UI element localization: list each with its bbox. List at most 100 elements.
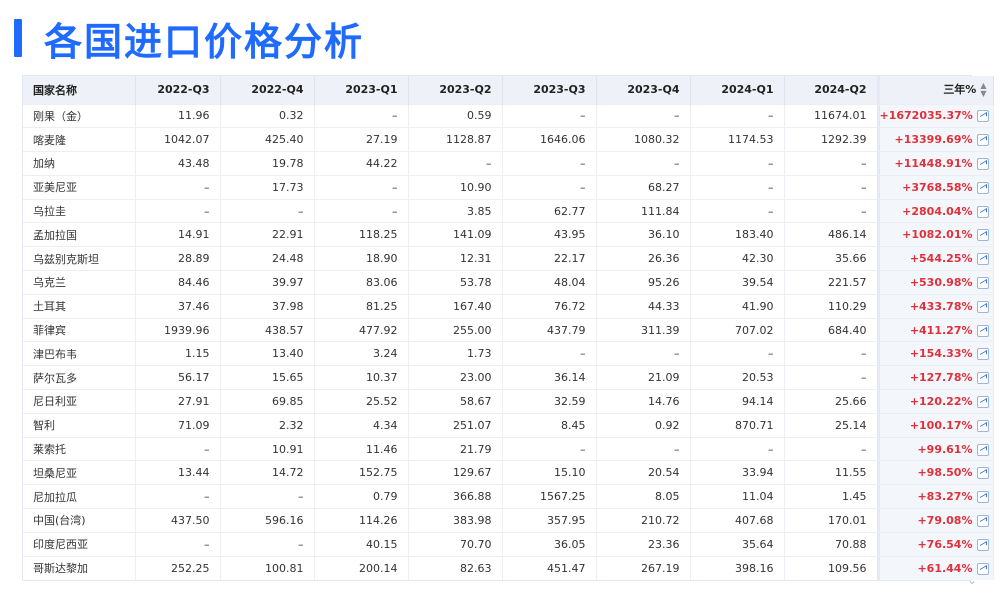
price-value-cell: 141.09 xyxy=(408,222,503,247)
country-name-cell: 莱索托 xyxy=(23,437,136,461)
three-year-pct-cell: +100.17% xyxy=(876,413,994,438)
table-row[interactable]: 乌拉圭 – – –3.85 62.77 111.84– – +2804.04% xyxy=(23,199,994,223)
price-value-cell: 56.17 xyxy=(135,365,221,390)
table-row[interactable]: 哥斯达黎加 252.25 100.81 200.14 82.63 451.47 267.19… xyxy=(23,556,994,580)
trend-chart-icon[interactable] xyxy=(976,205,989,218)
trend-chart-icon[interactable] xyxy=(976,276,989,289)
column-header-three-year-pct-label: 三年% xyxy=(943,83,977,97)
country-name-cell: 加纳 xyxy=(23,151,136,176)
price-value-cell: 39.54 xyxy=(690,270,785,295)
column-header-period[interactable]: 2022-Q3 xyxy=(135,76,221,104)
price-value-cell: 8.45 xyxy=(502,413,597,438)
table-row[interactable]: 莱索托 –10.91 11.46 21.79– – – – +99.61% xyxy=(23,437,994,461)
table-row[interactable]: 津巴布韦 1.15 13.40 3.24 1.73– – – – +154.33% xyxy=(23,341,994,366)
three-year-pct-cell: +76.54% xyxy=(876,532,994,557)
price-value-cell: – xyxy=(784,199,879,223)
table-row[interactable]: 坦桑尼亚 13.44 14.72 152.75 129.67 15.10 20.54 33.9… xyxy=(23,460,994,485)
table-row[interactable]: 尼加拉瓜 – –0.79 366.88 1567.25 8.05 11.04 1.45 +83.… xyxy=(23,484,994,509)
price-value-cell: 357.95 xyxy=(502,508,597,533)
price-value-cell: – xyxy=(596,104,691,128)
table-row[interactable]: 加纳 43.48 19.78 44.22– – – – – +11448.91% xyxy=(23,151,994,176)
price-value-cell: 41.90 xyxy=(690,294,785,319)
trend-chart-icon[interactable] xyxy=(976,110,989,123)
price-value-cell: 0.32 xyxy=(220,104,315,128)
trend-chart-icon[interactable] xyxy=(976,538,989,551)
price-value-cell: 1567.25 xyxy=(502,484,597,509)
import-price-table: 国家名称 2022-Q3 2022-Q4 2023-Q1 2023-Q2 2023-Q3 2… xyxy=(22,75,994,581)
three-year-pct-cell: +2804.04% xyxy=(876,199,994,223)
table-row[interactable]: 印度尼西亚 – –40.15 70.70 36.05 23.36 35.64 70.88 +76… xyxy=(23,532,994,557)
price-value-cell: 44.33 xyxy=(596,294,691,319)
table-row[interactable]: 喀麦隆 1042.07 425.40 27.19 1128.87 1646.06 1080.… xyxy=(23,127,994,152)
pct-change-value: +3768.58% xyxy=(902,180,973,194)
trend-chart-icon[interactable] xyxy=(976,443,989,456)
price-value-cell: 28.89 xyxy=(135,246,221,271)
trend-chart-icon[interactable] xyxy=(976,253,989,266)
price-value-cell: 22.91 xyxy=(220,222,315,247)
column-header-three-year-pct[interactable]: 三年% ▲ ▼ xyxy=(876,76,994,104)
trend-chart-icon[interactable] xyxy=(976,134,989,147)
table-row[interactable]: 中国(台湾) 437.50 596.16 114.26 383.98 357.95 210.… xyxy=(23,508,994,533)
price-value-cell: – xyxy=(502,104,597,128)
pct-change-value: +544.25% xyxy=(909,252,973,266)
trend-chart-icon[interactable] xyxy=(976,419,989,432)
price-value-cell: – xyxy=(220,484,315,509)
trend-chart-icon[interactable] xyxy=(976,324,989,337)
trend-chart-icon[interactable] xyxy=(976,300,989,313)
trend-chart-icon[interactable] xyxy=(976,467,989,480)
table-body: 刚果（金） 11.96 0.32–0.59– – –11674.01 +1672035.3… xyxy=(23,104,994,580)
country-name-cell: 喀麦隆 xyxy=(23,127,136,152)
price-value-cell: 437.50 xyxy=(135,508,221,533)
price-value-cell: 170.01 xyxy=(784,508,879,533)
column-header-period[interactable]: 2023-Q1 xyxy=(314,76,409,104)
price-value-cell: – xyxy=(408,151,503,176)
price-value-cell: 84.46 xyxy=(135,270,221,295)
column-header-period[interactable]: 2022-Q4 xyxy=(220,76,315,104)
table-row[interactable]: 土耳其 37.46 37.98 81.25 167.40 76.72 44.33 41.90 1… xyxy=(23,294,994,319)
trend-chart-icon[interactable] xyxy=(976,562,989,575)
price-value-cell: – xyxy=(135,175,221,200)
trend-chart-icon[interactable] xyxy=(976,181,989,194)
price-value-cell: – xyxy=(690,104,785,128)
price-value-cell: 22.17 xyxy=(502,246,597,271)
table-row[interactable]: 萨尔瓦多 56.17 15.65 10.37 23.00 36.14 21.09 20.53–… xyxy=(23,365,994,390)
column-header-period[interactable]: 2023-Q3 xyxy=(502,76,597,104)
trend-chart-icon[interactable] xyxy=(976,348,989,361)
price-value-cell: 398.16 xyxy=(690,556,785,580)
trend-chart-icon[interactable] xyxy=(976,491,989,504)
table-header-row: 国家名称 2022-Q3 2022-Q4 2023-Q1 2023-Q2 2023-Q3 2… xyxy=(23,76,994,104)
table-row[interactable]: 孟加拉国 14.91 22.91 118.25 141.09 43.95 36.10 183.… xyxy=(23,222,994,247)
price-value-cell: 383.98 xyxy=(408,508,503,533)
three-year-pct-cell: +11448.91% xyxy=(876,151,994,176)
table-row[interactable]: 乌克兰 84.46 39.97 83.06 53.78 48.04 95.26 39.54 22… xyxy=(23,270,994,295)
table-row[interactable]: 尼日利亚 27.91 69.85 25.52 58.67 32.59 14.76 94.14 2… xyxy=(23,389,994,414)
table-row[interactable]: 亚美尼亚 –17.73–10.90–68.27– – +3768.58% xyxy=(23,175,994,200)
price-value-cell: – xyxy=(502,437,597,461)
table-row[interactable]: 刚果（金） 11.96 0.32–0.59– – –11674.01 +1672035.3… xyxy=(23,104,994,128)
three-year-pct-cell: +3768.58% xyxy=(876,175,994,200)
trend-chart-icon[interactable] xyxy=(976,372,989,385)
column-header-period[interactable]: 2023-Q2 xyxy=(408,76,503,104)
country-name-cell: 乌兹别克斯坦 xyxy=(23,246,136,271)
three-year-pct-cell: +154.33% xyxy=(876,341,994,366)
price-value-cell: 27.19 xyxy=(314,127,409,152)
price-value-cell: – xyxy=(596,151,691,176)
price-value-cell: 27.91 xyxy=(135,389,221,414)
sort-arrows-icon[interactable]: ▲ ▼ xyxy=(980,82,986,98)
price-value-cell: 58.67 xyxy=(408,389,503,414)
trend-chart-icon[interactable] xyxy=(976,514,989,527)
column-header-country[interactable]: 国家名称 xyxy=(23,76,136,104)
price-value-cell: – xyxy=(314,199,409,223)
trend-chart-icon[interactable] xyxy=(976,395,989,408)
table-row[interactable]: 智利 71.09 2.32 4.34 251.07 8.45 0.92 870.71 25.14… xyxy=(23,413,994,438)
table-row[interactable]: 菲律宾 1939.96 438.57 477.92 255.00 437.79 311.39… xyxy=(23,318,994,342)
column-header-period[interactable]: 2023-Q4 xyxy=(596,76,691,104)
column-header-period[interactable]: 2024-Q2 xyxy=(784,76,879,104)
price-value-cell: 94.14 xyxy=(690,389,785,414)
price-value-cell: – xyxy=(690,437,785,461)
trend-chart-icon[interactable] xyxy=(976,229,989,242)
column-header-period[interactable]: 2024-Q1 xyxy=(690,76,785,104)
price-value-cell: 8.05 xyxy=(596,484,691,509)
trend-chart-icon[interactable] xyxy=(976,157,989,170)
table-row[interactable]: 乌兹别克斯坦 28.89 24.48 18.90 12.31 22.17 26.36 42.3… xyxy=(23,246,994,271)
